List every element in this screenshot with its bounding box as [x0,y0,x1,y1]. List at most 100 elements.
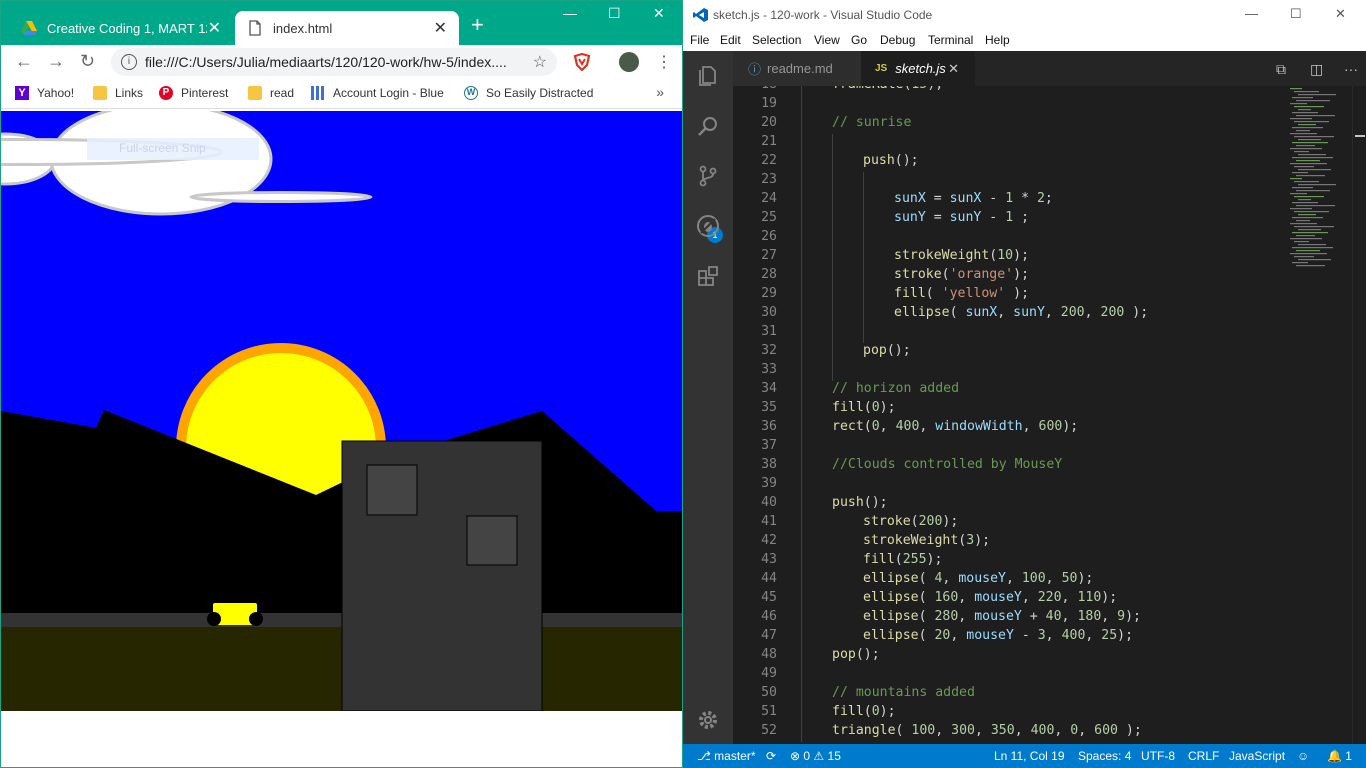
code-line[interactable]: 39 [733,476,1293,495]
new-tab-button[interactable]: + [471,14,484,36]
indent-guide [832,134,833,381]
code-line[interactable]: 45 ellipse( 160, mouseY, 220, 110); [733,590,1293,609]
bookmark-so-easily-distracted[interactable]: W So Easily Distracted [464,86,593,100]
menu-terminal[interactable]: Terminal [928,33,973,47]
minimap[interactable] [1288,86,1358,286]
close-icon[interactable]: ✕ [434,18,447,38]
code-line[interactable]: 36 rect(0, 400, windowWidth, 600); [733,419,1293,438]
code-line[interactable]: 21 [733,134,1293,153]
menu-go[interactable]: Go [851,33,867,47]
code-line[interactable]: 42 strokeWeight(3); [733,533,1293,552]
code-line[interactable]: 25 sunY = sunY - 1 ; [733,210,1293,229]
star-icon[interactable]: ☆ [533,52,547,72]
settings-gear-icon[interactable] [696,708,720,732]
code-line[interactable]: 41 stroke(200); [733,514,1293,533]
open-changes-icon[interactable]: ⧉ [1276,61,1286,78]
tab-readme[interactable]: ⓘ readme.md [733,51,861,86]
code-line[interactable]: 43 fill(255); [733,552,1293,571]
close-window-icon[interactable]: ✕ [1335,6,1346,22]
close-icon[interactable]: ✕ [948,61,959,77]
menu-help[interactable]: Help [985,33,1010,47]
code-line[interactable]: 28 stroke('orange'); [733,267,1293,286]
menu-debug[interactable]: Debug [880,33,915,47]
code-line[interactable]: 40 push(); [733,495,1293,514]
code-line[interactable]: 29 fill( 'yellow' ); [733,286,1293,305]
bookmark-links[interactable]: Links [93,86,143,100]
reload-icon[interactable]: ↻ [80,51,95,72]
info-icon[interactable]: i [121,54,137,70]
code-editor[interactable]: 18 frameRate(15); 19 20 // sunrise 21 22 push()… [733,86,1366,744]
back-icon[interactable]: ← [15,51,33,72]
code-line[interactable]: 46 ellipse( 280, mouseY + 40, 180, 9); [733,609,1293,628]
code-line[interactable]: 26 [733,229,1293,248]
code-line[interactable]: 27 strokeWeight(10); [733,248,1293,267]
code-line[interactable]: 47 ellipse( 20, mouseY - 3, 400, 25); [733,628,1293,647]
split-editor-icon[interactable]: ◫ [1310,61,1323,78]
extensions-icon[interactable] [696,264,720,288]
cursor-position[interactable]: Ln 11, Col 19 [994,749,1065,763]
forward-icon[interactable]: → [47,51,65,72]
menu-selection[interactable]: Selection [752,33,801,47]
address-bar[interactable]: i file:///C:/Users/Julia/mediaarts/120/1… [111,48,557,76]
tab-sketch-js[interactable]: JS sketch.js ✕ [861,51,975,86]
code-line[interactable]: 19 [733,96,1293,115]
code-line[interactable]: 35 fill(0); [733,400,1293,419]
feedback-smiley-icon[interactable]: ☺ [1297,749,1309,763]
code-line[interactable]: 30 ellipse( sunX, sunY, 200, 200 ); [733,305,1293,324]
code-text: stroke('orange'); [894,267,1030,282]
code-line[interactable]: 34 // horizon added [733,381,1293,400]
debug-icon[interactable] [696,214,720,238]
sync-icon[interactable]: ⟳ [766,749,776,763]
search-icon[interactable] [696,114,720,138]
bookmark-yahoo[interactable]: Y Yahoo! [15,86,74,100]
menu-view[interactable]: View [814,33,840,47]
tab-index-html[interactable]: index.html ✕ [235,11,459,45]
close-icon[interactable]: ✕ [208,18,221,38]
code-line[interactable]: 22 push(); [733,153,1293,172]
indent-guide [801,86,802,742]
bookmark-read[interactable]: read [248,86,294,100]
code-line[interactable]: 52 triangle( 100, 300, 350, 400, 0, 600 )… [733,723,1293,742]
code-line[interactable]: 24 sunX = sunX - 1 * 2; [733,191,1293,210]
code-line[interactable]: 38 //Clouds controlled by MouseY [733,457,1293,476]
code-line[interactable]: 48 pop(); [733,647,1293,666]
code-line[interactable]: 44 ellipse( 4, mouseY, 100, 50); [733,571,1293,590]
code-line[interactable]: 20 // sunrise [733,115,1293,134]
encoding[interactable]: UTF-8 [1141,749,1175,763]
code-line[interactable]: 31 [733,324,1293,343]
tab-creative-coding[interactable]: Creative Coding 1, MART 120 | ✕ [9,11,233,45]
code-line[interactable]: 37 [733,438,1293,457]
menu-edit[interactable]: Edit [720,33,741,47]
close-window-icon[interactable]: ✕ [653,5,665,22]
source-control-icon[interactable] [696,164,720,188]
notifications[interactable]: 🔔 1 [1327,749,1352,763]
code-text: sunY = sunY - 1 ; [894,210,1030,225]
bookmark-pinterest[interactable]: P Pinterest [159,86,228,100]
branch-indicator[interactable]: ⎇ master* [697,749,756,763]
code-line[interactable]: 18 frameRate(15); [733,86,1293,96]
code-line[interactable]: 32 pop(); [733,343,1293,362]
sketch-canvas[interactable]: Full-screen Snip [1,111,682,767]
code-line[interactable]: 49 [733,666,1293,685]
shield-extension-icon[interactable] [573,53,591,71]
minimize-icon[interactable]: — [563,5,577,21]
explorer-icon[interactable] [696,64,720,88]
menu-file[interactable]: File [690,33,709,47]
profile-avatar[interactable] [619,52,639,72]
code-line[interactable]: 33 [733,362,1293,381]
minimize-icon[interactable]: — [1245,6,1258,21]
language-mode[interactable]: JavaScript [1229,749,1285,763]
bookmarks-overflow-icon[interactable]: » [656,84,664,100]
editor-scrollbar[interactable] [1352,86,1366,744]
more-actions-icon[interactable]: ··· [1344,61,1358,77]
menu-icon[interactable]: ⋮ [656,52,672,72]
indentation[interactable]: Spaces: 4 [1078,749,1131,763]
maximize-icon[interactable]: ☐ [1290,6,1302,22]
code-line[interactable]: 23 [733,172,1293,191]
code-line[interactable]: 51 fill(0); [733,704,1293,723]
line-ending[interactable]: CRLF [1188,749,1219,763]
code-line[interactable]: 50 // mountains added [733,685,1293,704]
bookmark-account-login[interactable]: Account Login - Blue [311,86,445,100]
maximize-icon[interactable]: ☐ [608,5,621,22]
problems-indicator[interactable]: ⊗ 0 ⚠ 15 [790,749,841,763]
